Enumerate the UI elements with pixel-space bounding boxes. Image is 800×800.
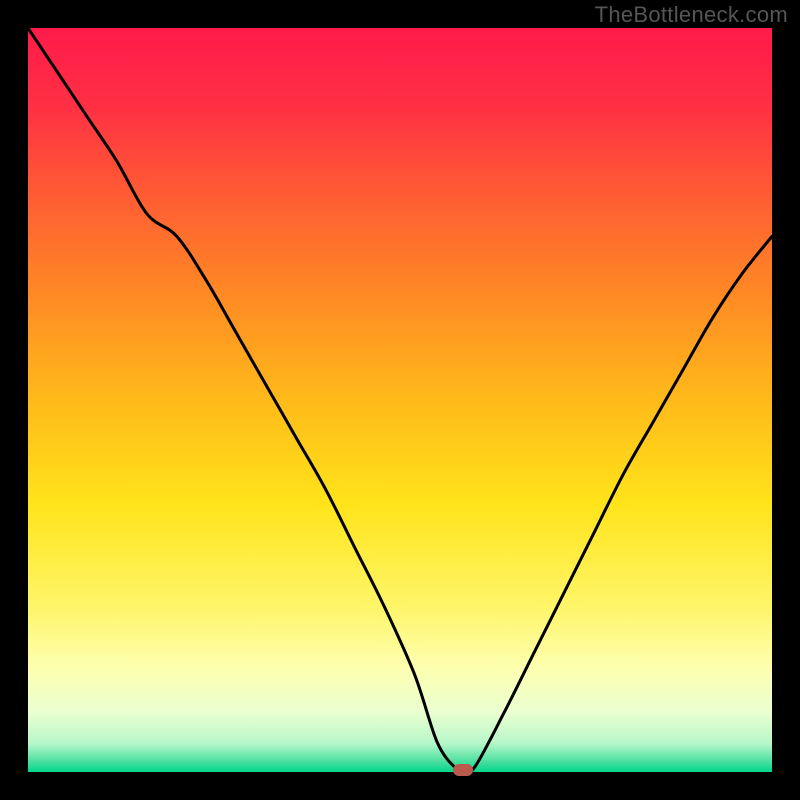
optimal-marker (453, 764, 473, 776)
gradient-background (28, 28, 772, 772)
plot-svg (28, 28, 772, 772)
watermark-text: TheBottleneck.com (595, 2, 788, 28)
chart-frame: TheBottleneck.com (0, 0, 800, 800)
plot-area (28, 28, 772, 772)
